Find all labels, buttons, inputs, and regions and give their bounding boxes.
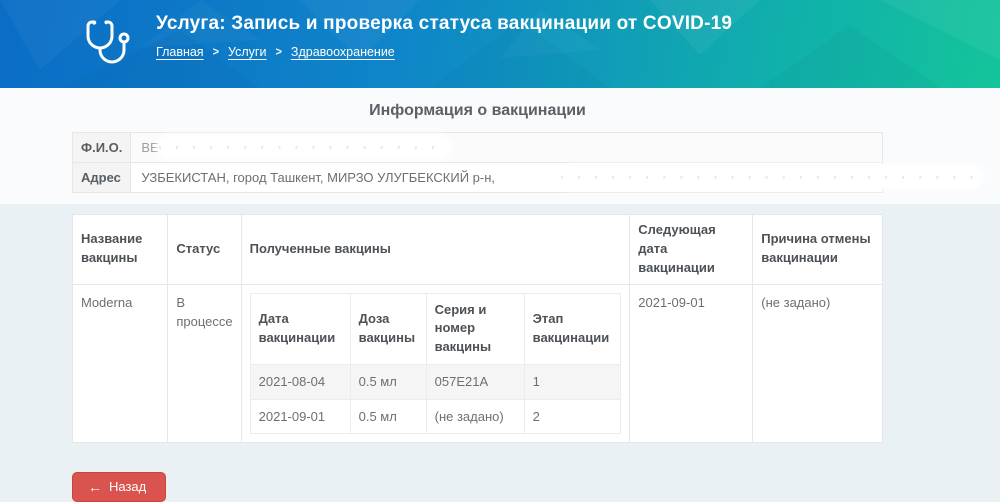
- service-header: Услуга: Запись и проверка статуса вакцин…: [0, 0, 1000, 88]
- dose1-series: 057E21A: [425, 364, 525, 400]
- dose1-date: 2021-08-04: [249, 364, 351, 400]
- fio-label: Ф.И.О.: [71, 132, 132, 163]
- breadcrumb-link-healthcare[interactable]: Здравоохранение: [291, 45, 395, 59]
- redaction-overlay: [561, 167, 982, 187]
- cancel-reason-cell: (не задано): [752, 283, 883, 444]
- received-table-header: Дата вакцинации Доза вакцины Серия и ном…: [249, 292, 622, 366]
- address-label: Адрес: [71, 162, 132, 193]
- dose1-stage: 1: [523, 364, 622, 400]
- redaction-overlay: [159, 137, 450, 157]
- back-button-label: Назад: [109, 479, 147, 495]
- col-stage: Этап вакцинации: [523, 292, 622, 366]
- person-info-table: Ф.И.О. ВЕ Адрес УЗБЕКИСТАН, город Ташкен…: [71, 132, 982, 193]
- table-row-fio: Ф.И.О. ВЕ: [71, 132, 883, 163]
- breadcrumb: Главная > Услуги > Здравоохранение: [156, 45, 732, 59]
- fio-value: ВЕ: [130, 132, 883, 163]
- back-button[interactable]: ← Назад: [72, 472, 167, 502]
- vaccination-table-header: Название вакцины Статус Полученные вакци…: [71, 214, 883, 285]
- breadcrumb-link-services[interactable]: Услуги: [228, 45, 266, 59]
- received-vaccines-cell: Дата вакцинации Доза вакцины Серия и ном…: [240, 283, 631, 444]
- chevron-right-icon: >: [275, 45, 282, 59]
- dose2-dose: 0.5 мл: [349, 398, 427, 435]
- stethoscope-icon: [86, 20, 130, 64]
- dose2-series: (не задано): [425, 398, 525, 435]
- vaccination-table: Название вакцины Статус Полученные вакци…: [71, 214, 883, 444]
- table-row-dose-2: 2021-09-01 0.5 мл (не задано) 2: [249, 398, 622, 435]
- vaccine-name-cell: Moderna: [71, 283, 169, 444]
- table-row-dose-1: 2021-08-04 0.5 мл 057E21A 1: [249, 364, 622, 400]
- table-row-address: Адрес УЗБЕКИСТАН, город Ташкент, МИРЗО У…: [71, 162, 982, 193]
- page-title: Услуга: Запись и проверка статуса вакцин…: [156, 13, 733, 34]
- chevron-right-icon: >: [212, 45, 220, 59]
- col-next-date: Следующая дата вакцинации: [629, 214, 754, 285]
- address-value: УЗБЕКИСТАН, город Ташкент, МИРЗО УЛУГБЕК…: [130, 162, 982, 193]
- back-arrow-icon: ←: [88, 478, 102, 495]
- status-cell: В процессе: [167, 283, 242, 444]
- table-row-vaccine: Moderna В процессе Дата вакцинации Доза …: [71, 283, 883, 444]
- next-date-cell: 2021-09-01: [629, 283, 754, 444]
- col-received-vaccines: Полученные вакцины: [240, 214, 631, 285]
- col-dose: Доза вакцины: [349, 292, 427, 366]
- col-vaccination-date: Дата вакцинации: [249, 292, 351, 366]
- dose2-stage: 2: [523, 398, 622, 435]
- col-vaccine-name: Название вакцины: [71, 214, 169, 285]
- col-status: Статус: [167, 214, 242, 285]
- dose1-dose: 0.5 мл: [349, 364, 427, 400]
- breadcrumb-link-home[interactable]: Главная: [156, 45, 204, 59]
- section-title: Информация о вакцинации: [369, 102, 586, 119]
- received-vaccines-table: Дата вакцинации Доза вакцины Серия и ном…: [249, 292, 622, 435]
- col-cancel-reason: Причина отмены вакцинации: [752, 214, 883, 285]
- info-section: Информация о вакцинации Ф.И.О. ВЕ Адрес …: [0, 88, 1000, 204]
- col-series-number: Серия и номер вакцины: [425, 292, 525, 366]
- dose2-date: 2021-09-01: [249, 398, 351, 435]
